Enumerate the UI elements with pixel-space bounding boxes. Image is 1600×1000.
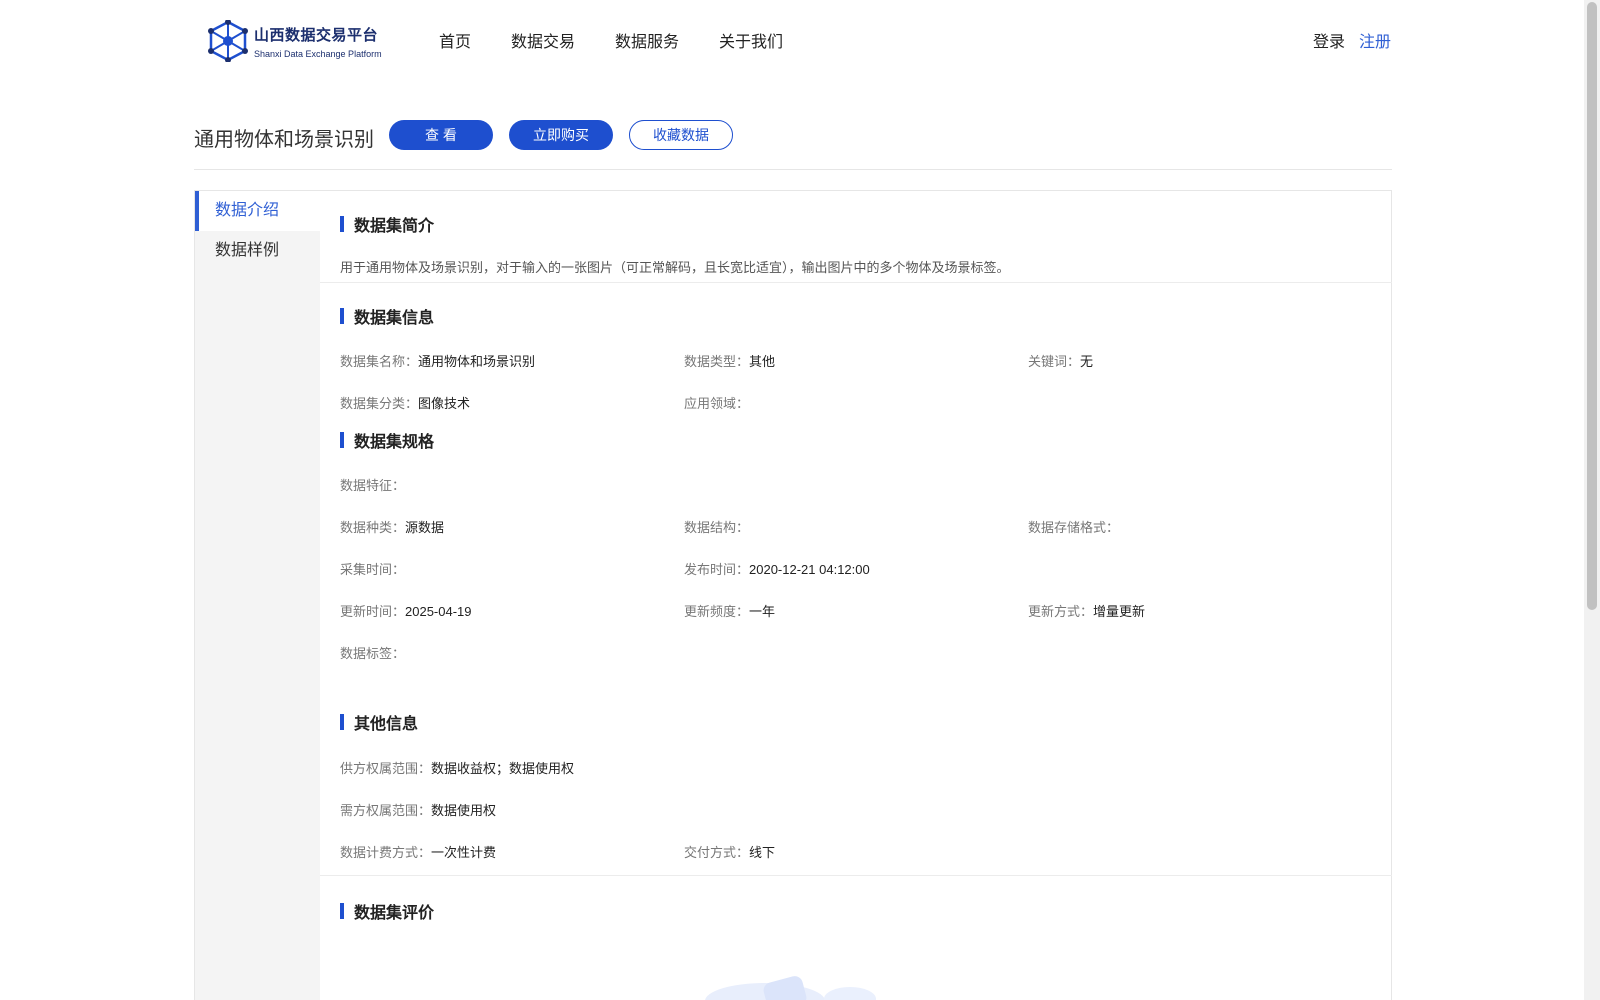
spec-row: 采集时间： 发布时间：2020-12-21 04:12:00 — [340, 559, 1372, 601]
section-marker — [340, 308, 344, 324]
other-section: 其他信息 供方权属范围：数据收益权；数据使用权 需方权属范围：数据使用权 数据计… — [320, 711, 1392, 875]
page: 山西数据交易平台 Shanxi Data Exchange Platform 首… — [0, 0, 1600, 1000]
field-update-mode: 更新方式：增量更新 — [1028, 604, 1146, 619]
info-row: 数据集名称：通用物体和场景识别 数据类型：其他 关键词：无 — [340, 351, 1372, 393]
scrollbar-thumb[interactable] — [1587, 2, 1597, 610]
field-demand-rights: 需方权属范围：数据使用权 — [340, 803, 497, 818]
section-title: 数据集评价 — [354, 905, 435, 922]
review-section: 数据集评价 — [320, 876, 1392, 922]
section-marker — [340, 714, 344, 730]
nav-data-trade[interactable]: 数据交易 — [511, 28, 575, 52]
dataset-title-row: 通用物体和场景识别 查 看 立即购买 收藏数据 — [194, 120, 1392, 170]
field-kind: 数据种类：源数据 — [340, 520, 445, 535]
favorite-button[interactable]: 收藏数据 — [629, 120, 733, 150]
section-title: 数据集信息 — [354, 310, 435, 327]
section-marker — [340, 216, 344, 232]
field-supply-rights: 供方权属范围：数据收益权；数据使用权 — [340, 761, 575, 776]
field-billing: 数据计费方式：一次性计费 — [340, 845, 497, 860]
field-collect-time: 采集时间： — [340, 562, 406, 577]
field-category: 数据集分类：图像技术 — [340, 396, 471, 411]
empty-review-illustration — [705, 976, 876, 1000]
page-title: 通用物体和场景识别 — [194, 129, 374, 151]
main-nav: 首页 数据交易 数据服务 关于我们 — [439, 28, 783, 52]
spec-row: 数据种类：源数据 数据结构： 数据存储格式： — [340, 517, 1372, 559]
other-row: 需方权属范围：数据使用权 — [340, 800, 1372, 842]
field-keywords: 关键词：无 — [1028, 354, 1094, 369]
view-button[interactable]: 查 看 — [389, 120, 493, 150]
field-publish-time: 发布时间：2020-12-21 04:12:00 — [684, 562, 870, 577]
section-title: 其他信息 — [354, 716, 419, 733]
section-title: 数据集规格 — [354, 434, 435, 451]
spec-section: 数据集规格 数据特征： 数据种类：源数据 数据结构： 数据存储格式： 采集时间：… — [320, 429, 1392, 711]
auth-links: 登录 注册 — [1313, 28, 1391, 52]
logo-hexagon-icon — [208, 20, 248, 62]
field-application: 应用领域： — [684, 396, 750, 411]
spec-row: 更新时间：2025-04-19 更新频度：一年 更新方式：增量更新 — [340, 601, 1372, 643]
login-link[interactable]: 登录 — [1313, 28, 1345, 52]
field-structure: 数据结构： — [684, 520, 750, 535]
intro-text: 用于通用物体及场景识别，对于输入的一张图片（可正常解码，且长宽比适宜），输出图片… — [340, 260, 1010, 275]
field-tags: 数据标签： — [340, 646, 406, 661]
intro-section: 数据集简介 用于通用物体及场景识别，对于输入的一张图片（可正常解码，且长宽比适宜… — [320, 191, 1392, 282]
info-row: 数据集分类：图像技术 应用领域： — [340, 393, 1372, 429]
logo[interactable]: 山西数据交易平台 Shanxi Data Exchange Platform — [208, 20, 382, 62]
nav-data-service[interactable]: 数据服务 — [615, 28, 679, 52]
other-row: 供方权属范围：数据收益权；数据使用权 — [340, 758, 1372, 800]
field-delivery: 交付方式：线下 — [684, 845, 776, 860]
logo-title: 山西数据交易平台 — [254, 26, 379, 44]
field-storage-format: 数据存储格式： — [1028, 520, 1120, 535]
section-marker — [340, 903, 344, 919]
nav-home[interactable]: 首页 — [439, 28, 471, 52]
page-scrollbar[interactable] — [1584, 0, 1600, 1000]
sidebar-item-intro[interactable]: 数据介绍 — [195, 191, 320, 231]
logo-subtitle: Shanxi Data Exchange Platform — [254, 48, 382, 59]
buy-now-button[interactable]: 立即购买 — [509, 120, 613, 150]
section-marker — [340, 432, 344, 448]
field-dataset-name: 数据集名称：通用物体和场景识别 — [340, 354, 536, 369]
other-row: 数据计费方式：一次性计费 交付方式：线下 — [340, 842, 1372, 875]
sidebar-item-sample[interactable]: 数据样例 — [195, 231, 320, 271]
field-update-frequency: 更新频度：一年 — [684, 604, 776, 619]
field-data-type: 数据类型：其他 — [684, 354, 776, 369]
spec-row: 数据标签： — [340, 643, 1372, 711]
content-area: 数据集简介 用于通用物体及场景识别，对于输入的一张图片（可正常解码，且长宽比适宜… — [320, 191, 1392, 922]
field-update-time: 更新时间：2025-04-19 — [340, 604, 472, 619]
spec-row: 数据特征： — [340, 475, 1372, 517]
section-title: 数据集简介 — [354, 218, 435, 235]
field-feature: 数据特征： — [340, 478, 406, 493]
nav-about[interactable]: 关于我们 — [719, 28, 783, 52]
info-section: 数据集信息 数据集名称：通用物体和场景识别 数据类型：其他 关键词：无 数据集分… — [320, 283, 1392, 429]
sidebar: 数据介绍 数据样例 — [195, 191, 320, 1000]
detail-panel: 数据介绍 数据样例 数据集简介 用于通用物体及场景识别，对于输入的一张图片（可正… — [194, 190, 1392, 1000]
top-header: 山西数据交易平台 Shanxi Data Exchange Platform 首… — [0, 0, 1580, 80]
register-link[interactable]: 注册 — [1359, 28, 1391, 52]
